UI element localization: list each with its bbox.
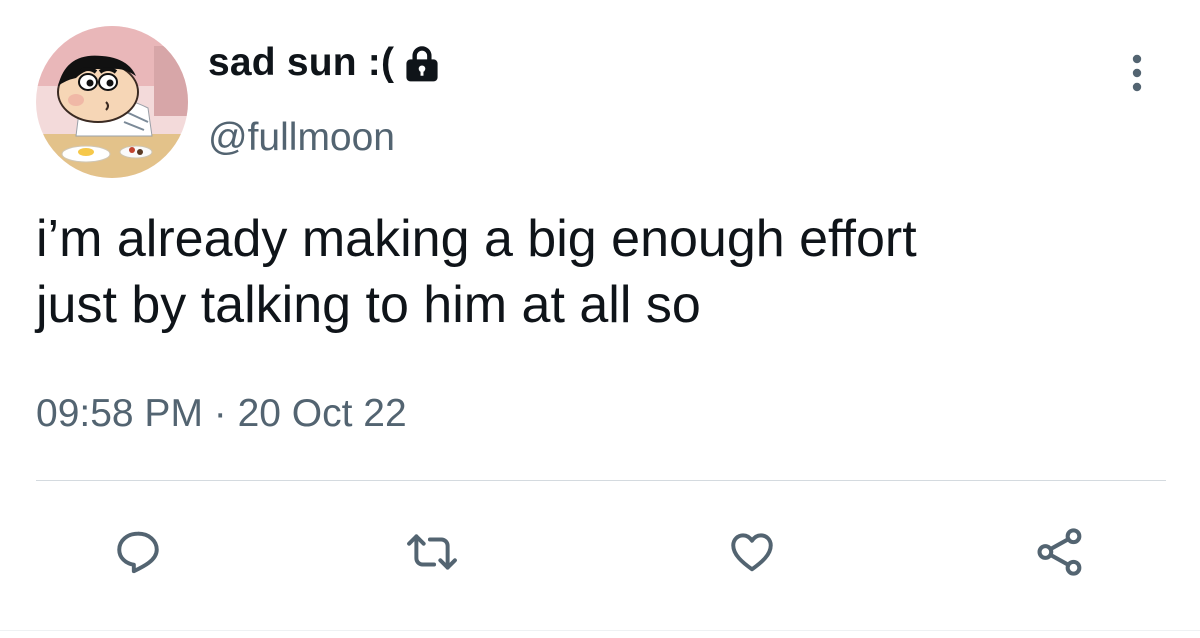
reply-icon xyxy=(117,531,159,574)
lock-icon xyxy=(400,42,444,86)
retweet-icon xyxy=(407,534,457,570)
divider xyxy=(36,480,1166,481)
avatar[interactable] xyxy=(36,26,188,178)
cartoon-boy-avatar-image xyxy=(36,26,188,178)
more-vertical-icon[interactable] xyxy=(1122,50,1152,96)
like-button[interactable] xyxy=(722,522,782,582)
tweet-text: i’m already making a big enough effort j… xyxy=(36,210,917,334)
bottom-divider xyxy=(0,630,1200,631)
share-button[interactable] xyxy=(1030,522,1090,582)
retweet-button[interactable] xyxy=(402,522,462,582)
user-handle[interactable]: @fullmoon xyxy=(208,116,395,160)
heart-icon xyxy=(731,533,773,572)
display-name-text: sad sun :( xyxy=(208,41,395,84)
reply-button[interactable] xyxy=(108,522,168,582)
display-name[interactable]: sad sun :( xyxy=(208,40,444,86)
share-icon xyxy=(1037,528,1082,576)
tweet-timestamp[interactable]: 09:58 PM · 20 Oct 22 xyxy=(36,392,407,436)
